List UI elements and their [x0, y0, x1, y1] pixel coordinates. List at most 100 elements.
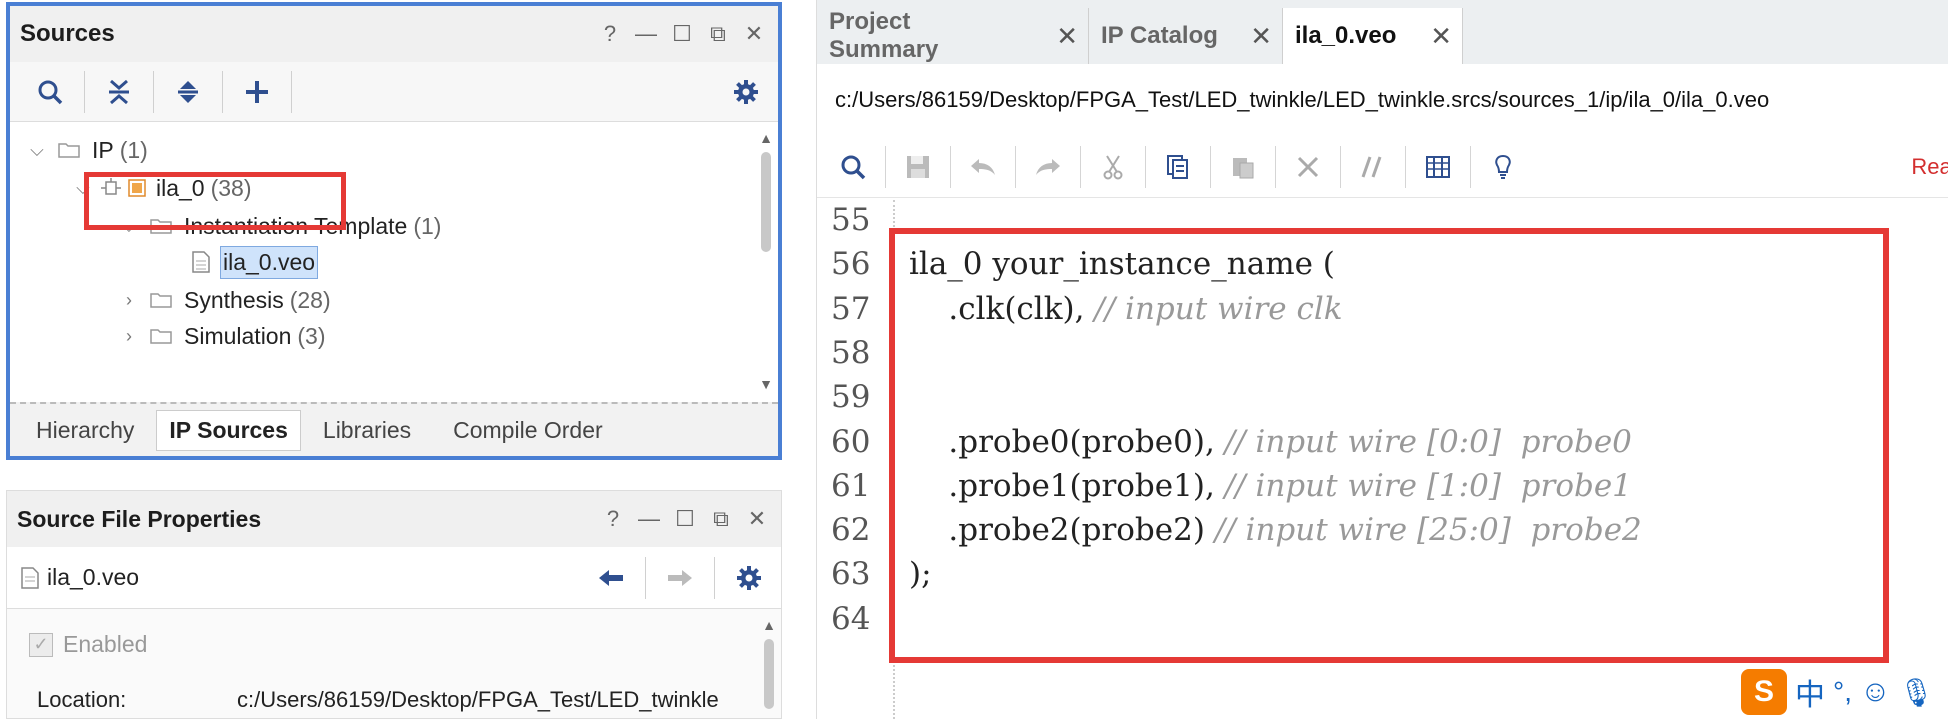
find-button[interactable]	[827, 142, 879, 192]
tree-scrollbar[interactable]: ▲ ▼	[758, 130, 774, 392]
hint-button[interactable]	[1477, 142, 1529, 192]
collapse-all-button[interactable]	[93, 70, 145, 114]
tab-compile-order[interactable]: Compile Order	[441, 411, 615, 450]
microphone-icon[interactable]: 🎙	[1899, 676, 1935, 709]
line-number: 56	[831, 246, 871, 283]
line-number: 58	[831, 334, 871, 371]
tree-item-ila-veo[interactable]: ila_0.veo	[192, 242, 319, 282]
props-file-name: ila_0.veo	[47, 564, 140, 590]
tab-label: IP Catalog	[1101, 22, 1218, 49]
close-icon[interactable]: ✕	[1430, 21, 1452, 52]
sources-panel: Sources ? — ☐ ⧉ ✕ ⌵ IP (1) ⌵ ila_0 (38) …	[6, 2, 782, 460]
help-button[interactable]: ?	[598, 21, 622, 47]
sogou-logo-icon[interactable]: S	[1741, 669, 1787, 715]
line-number: 62	[831, 512, 871, 549]
line-number: 61	[831, 467, 871, 504]
tree-item-count: (1)	[413, 212, 442, 239]
props-file-row: ila_0.veo	[7, 547, 781, 609]
comment-button[interactable]	[1347, 142, 1399, 192]
line-number: 59	[831, 379, 871, 416]
expand-all-button[interactable]	[162, 70, 214, 114]
tree-item-ip[interactable]: ⌵ IP (1)	[26, 130, 148, 170]
line-number: 55	[831, 202, 871, 238]
close-button[interactable]: ✕	[742, 21, 766, 47]
paste-icon	[1233, 157, 1254, 178]
line-number: 57	[831, 290, 871, 327]
tree-item-count: (28)	[289, 286, 331, 313]
tab-ila-veo[interactable]: ila_0.veo ✕	[1283, 8, 1463, 64]
scroll-up-icon[interactable]: ▲	[758, 130, 774, 146]
tab-ip-sources[interactable]: IP Sources	[156, 409, 301, 451]
arrow-right-icon	[668, 569, 692, 586]
scroll-down-icon[interactable]: ▼	[758, 376, 774, 392]
props-scrollbar[interactable]: ▲	[761, 617, 777, 717]
redo-icon	[1036, 158, 1060, 175]
ime-toolbar: S 中 °, ☺ 🎙	[1735, 668, 1941, 716]
folder-icon	[150, 293, 172, 308]
gear-icon	[737, 565, 761, 590]
enabled-label: Enabled	[63, 631, 148, 657]
help-button[interactable]: ?	[601, 506, 625, 532]
ime-punct-mode[interactable]: °,	[1833, 676, 1852, 708]
delete-x-icon	[1297, 156, 1319, 177]
minimize-button[interactable]: —	[637, 506, 661, 532]
search-button[interactable]	[24, 70, 76, 114]
tree-item-label: Synthesis	[184, 286, 284, 313]
back-button[interactable]	[585, 556, 637, 600]
copy-icon	[1167, 154, 1188, 179]
code-area[interactable]: 55 56 ila_0 your_instance_name (57 .clk(cl…	[817, 200, 1948, 719]
tab-hierarchy[interactable]: Hierarchy	[24, 411, 146, 450]
tab-libraries[interactable]: Libraries	[311, 411, 423, 450]
ime-chinese-mode[interactable]: 中	[1795, 670, 1825, 714]
enabled-checkbox[interactable]: ✓	[29, 632, 53, 657]
delete-button[interactable]	[1282, 142, 1334, 192]
cut-button[interactable]	[1087, 142, 1139, 192]
float-button[interactable]: ⧉	[709, 506, 733, 532]
scroll-thumb[interactable]	[761, 152, 771, 252]
float-button[interactable]: ⧉	[706, 21, 730, 47]
save-button[interactable]	[892, 142, 944, 192]
chevron-right-icon[interactable]: ›	[118, 326, 140, 347]
props-settings-button[interactable]	[723, 556, 775, 600]
chevron-right-icon[interactable]: ›	[118, 290, 140, 311]
close-icon[interactable]: ✕	[1056, 21, 1078, 52]
arrow-left-icon	[599, 569, 623, 586]
copy-button[interactable]	[1152, 142, 1204, 192]
tab-project-summary[interactable]: Project Summary ✕	[817, 8, 1089, 64]
tree-item-count: (1)	[119, 136, 148, 163]
chevron-down-icon[interactable]: ⌵	[26, 140, 48, 161]
column-select-button[interactable]	[1412, 142, 1464, 192]
tree-item-simulation[interactable]: › Simulation (3)	[118, 316, 326, 356]
maximize-button[interactable]: ☐	[673, 506, 697, 532]
line-number: 63	[831, 556, 871, 593]
source-file-properties-panel: Source File Properties ? — ☐ ⧉ ✕ ila_0.v…	[6, 490, 782, 719]
editor-panel: Project Summary ✕ IP Catalog ✕ ila_0.veo…	[816, 0, 1948, 719]
tree-item-label: IP	[92, 136, 114, 163]
file-icon	[192, 251, 210, 273]
close-button[interactable]: ✕	[745, 506, 769, 532]
add-sources-button[interactable]	[231, 70, 283, 114]
emoji-icon[interactable]: ☺	[1860, 675, 1891, 709]
undo-button[interactable]	[957, 142, 1009, 192]
scroll-thumb[interactable]	[764, 639, 774, 709]
settings-button[interactable]	[720, 70, 772, 114]
forward-button[interactable]	[654, 556, 706, 600]
tab-ip-catalog[interactable]: IP Catalog ✕	[1089, 8, 1283, 64]
lightbulb-icon	[1495, 154, 1511, 179]
scroll-up-icon[interactable]: ▲	[761, 617, 777, 633]
tree-item-label: Simulation	[184, 322, 292, 349]
tree-item-synthesis[interactable]: › Synthesis (28)	[118, 280, 331, 320]
expand-all-icon	[178, 80, 198, 103]
enabled-checkbox-row[interactable]: ✓ Enabled	[29, 631, 147, 658]
paste-button[interactable]	[1217, 142, 1269, 192]
folder-icon	[150, 329, 172, 344]
maximize-button[interactable]: ☐	[670, 21, 694, 47]
tab-label: Project Summary	[829, 8, 939, 63]
sources-bottom-tabs: Hierarchy IP Sources Libraries Compile O…	[10, 402, 778, 456]
redo-button[interactable]	[1022, 142, 1074, 192]
sources-window-controls: ? — ☐ ⧉ ✕	[598, 21, 778, 47]
close-icon[interactable]: ✕	[1250, 21, 1272, 52]
folder-icon	[58, 143, 80, 158]
minimize-button[interactable]: —	[634, 21, 658, 47]
tree-item-label: ila_0.veo	[220, 245, 319, 279]
